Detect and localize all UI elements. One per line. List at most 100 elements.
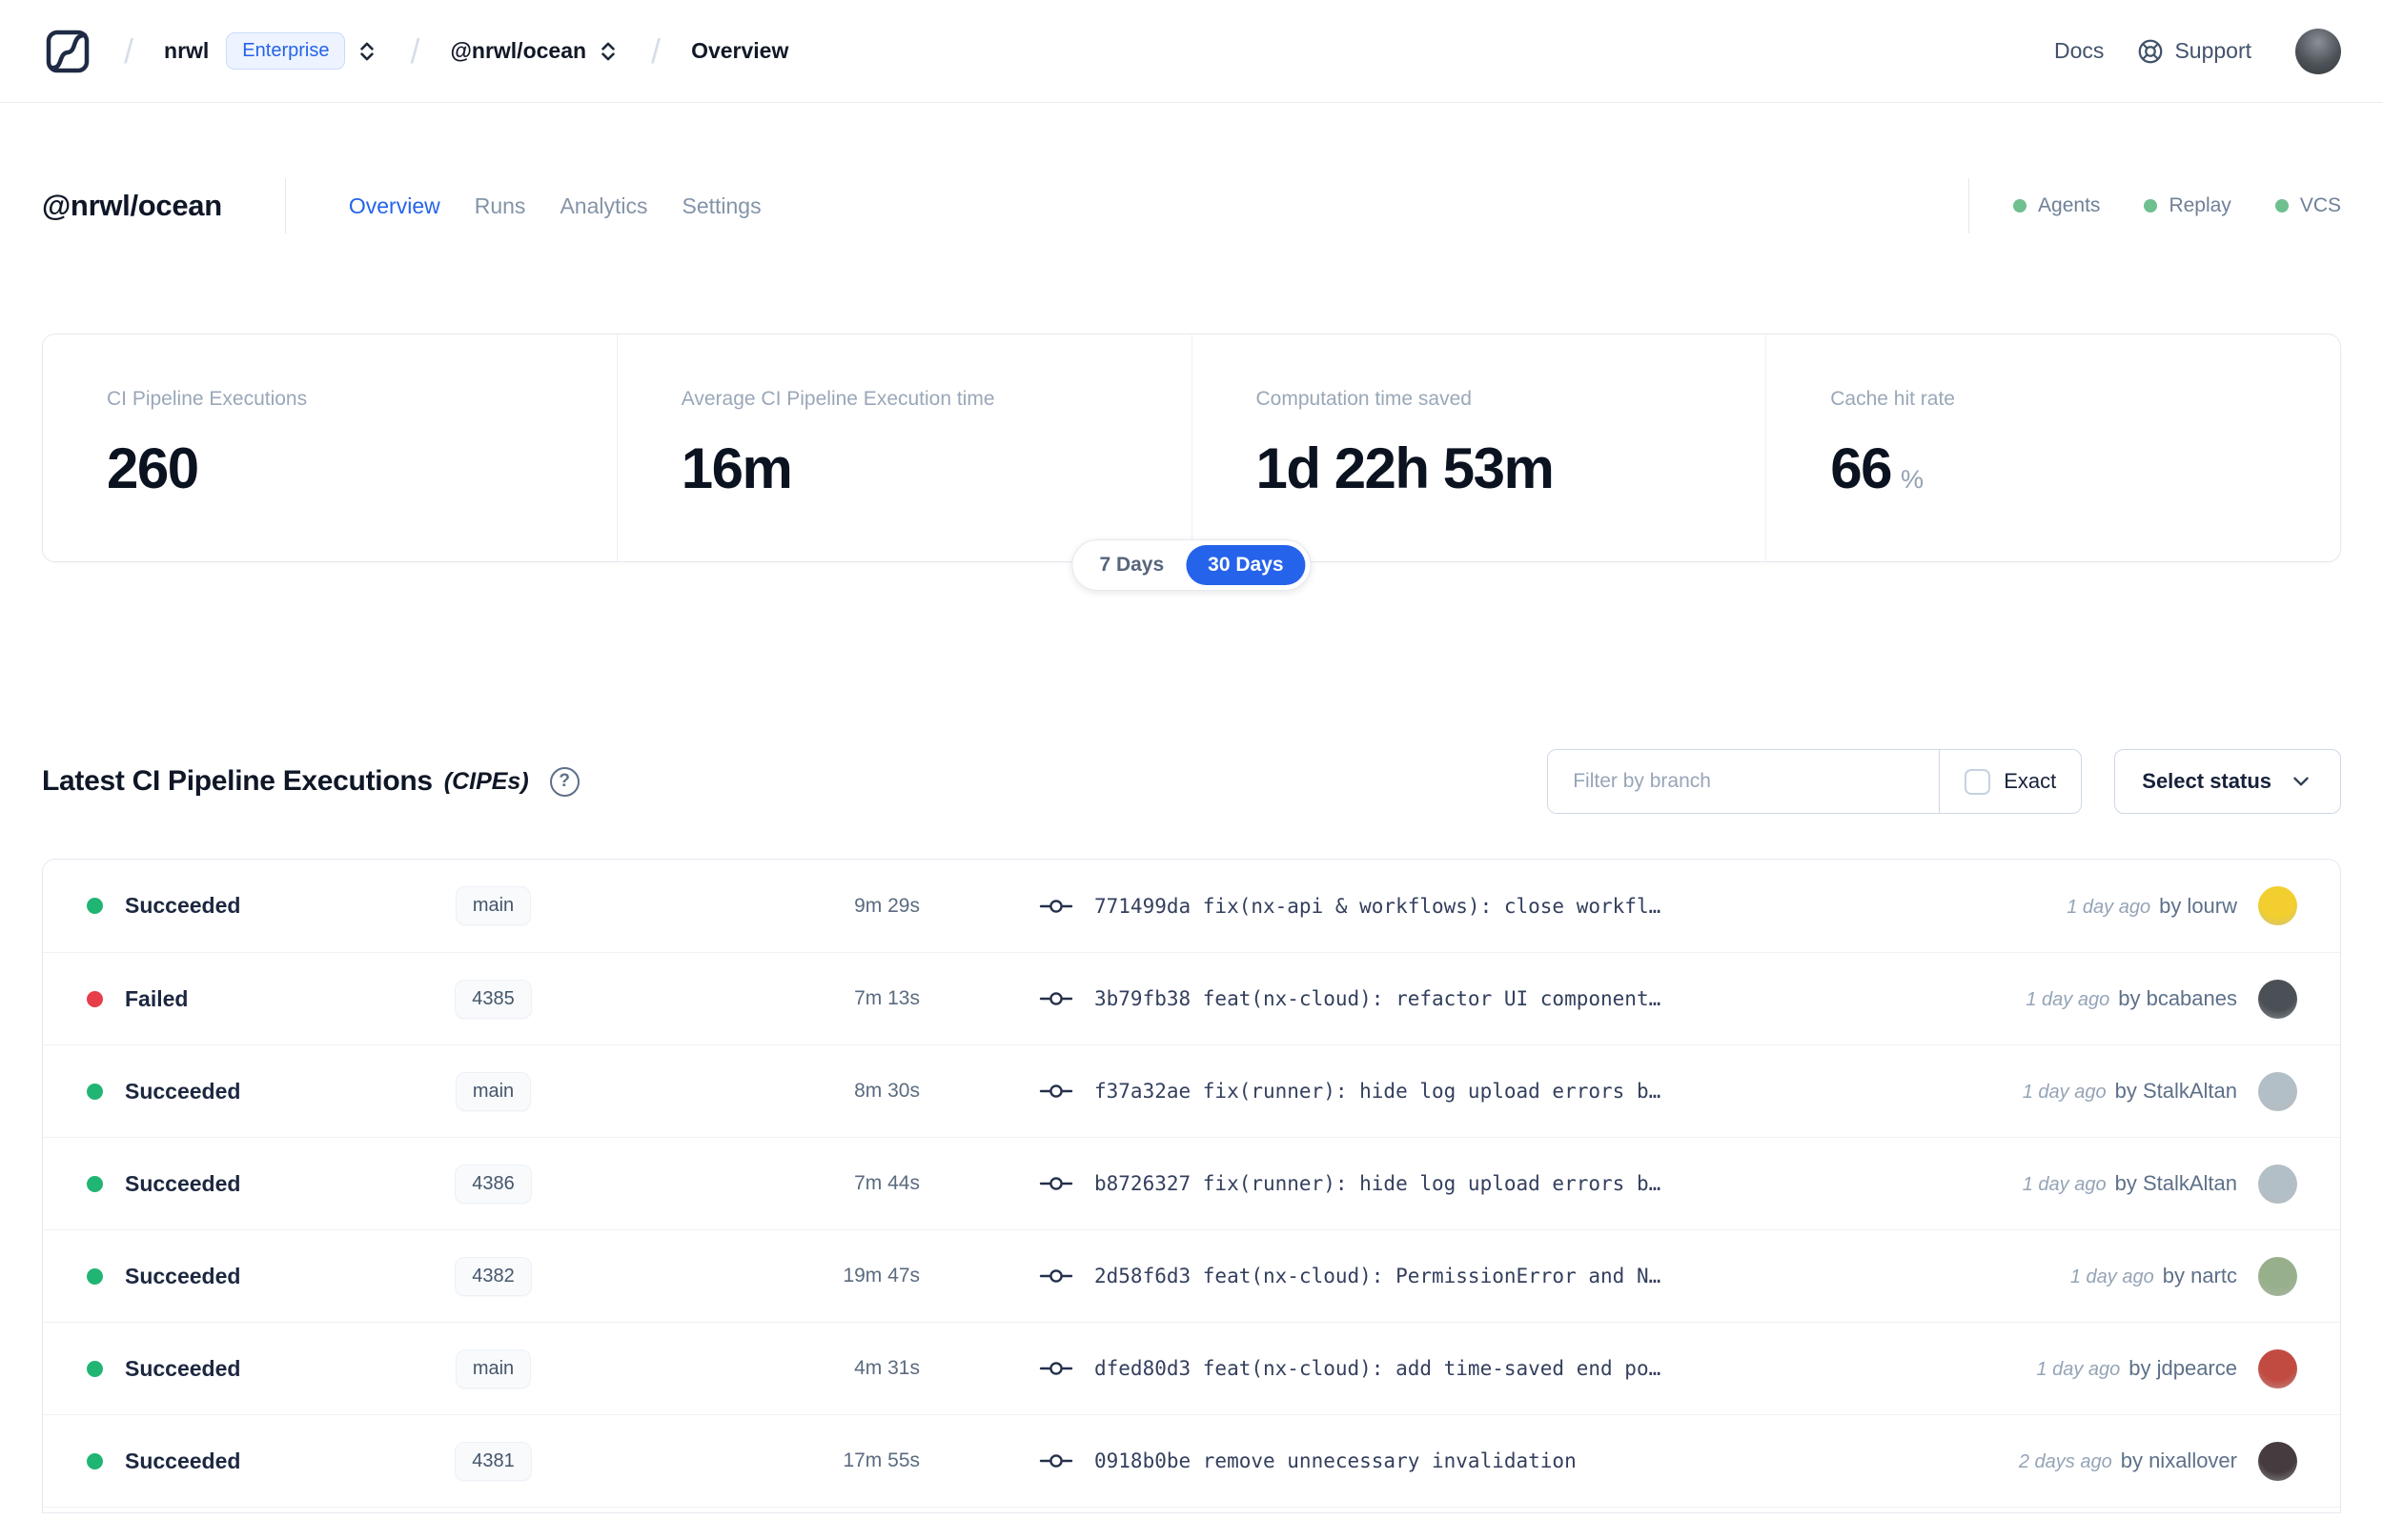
workspace-selector-icon[interactable] [596, 39, 621, 64]
next-row-partial [43, 1507, 2340, 1512]
commit-cell: 2d58f6d3 feat(nx-cloud): PermissionError… [920, 1265, 2070, 1287]
table-row[interactable]: Succeeded main 8m 30s f37a32ae fix(runner)… [43, 1044, 2340, 1137]
meta-cell: 1 day ago by jdpearce [2036, 1356, 2237, 1381]
commit-icon [1039, 1362, 1073, 1375]
stat-card: Average CI Pipeline Execution time 16m [616, 334, 1192, 561]
branch-badge[interactable]: main [455, 886, 532, 925]
status-label: Succeeded [125, 1355, 241, 1381]
tab-analytics[interactable]: Analytics [560, 193, 647, 219]
org-selector-icon[interactable] [355, 39, 379, 64]
status-label: Succeeded [125, 1078, 241, 1104]
author-label: by nartc [2162, 1264, 2237, 1287]
status-cell: Succeeded [43, 1264, 410, 1289]
service-status-vcs[interactable]: VCS [2274, 194, 2341, 217]
status-cell: Succeeded [43, 1079, 410, 1104]
commit-icon [1039, 992, 1073, 1005]
stat-card-label: Computation time saved [1255, 388, 1472, 410]
branch-badge[interactable]: 4381 [455, 1441, 532, 1481]
commit-message[interactable]: b8726327 fix(runner): hide log upload er… [1094, 1172, 1660, 1195]
author-label: by nixallover [2120, 1449, 2237, 1472]
status-dot-icon [2274, 199, 2289, 213]
branch-filter-input[interactable] [1548, 750, 1940, 813]
range-option-7-days[interactable]: 7 Days [1077, 545, 1186, 585]
commit-cell: dfed80d3 feat(nx-cloud): add time-saved … [920, 1357, 2036, 1380]
branch-badge[interactable]: 4386 [455, 1164, 532, 1204]
tab-overview[interactable]: Overview [349, 193, 440, 219]
table-row[interactable]: Succeeded 4382 19m 47s 2d58f6d3 feat(nx-cl… [43, 1229, 2340, 1322]
lifebuoy-icon [2139, 39, 2163, 63]
section-title: Latest CI Pipeline Executions [42, 765, 433, 797]
stat-card-value: 1d 22h 53m [1255, 436, 1555, 500]
stat-card: Computation time saved 1d 22h 53m [1191, 334, 1766, 561]
author-label: by jdpearce [2128, 1356, 2237, 1380]
workspace-tabs: Overview Runs Analytics Settings [349, 193, 762, 219]
user-avatar[interactable] [2295, 28, 2341, 74]
commit-icon [1039, 1084, 1073, 1098]
service-status-replay[interactable]: Replay [2144, 194, 2231, 217]
branch-cell: 4386 [410, 1164, 577, 1204]
stat-card: Cache hit rate 66% [1765, 334, 2340, 561]
help-icon[interactable]: ? [549, 766, 580, 797]
branch-filter-group: Exact [1547, 749, 2083, 814]
branch-badge[interactable]: 4385 [455, 979, 532, 1019]
nx-cloud-logo-icon[interactable] [42, 26, 93, 77]
branch-badge[interactable]: main [455, 1071, 532, 1111]
table-row[interactable]: Succeeded main 9m 29s 771499da fix(nx-api … [43, 860, 2340, 952]
commit-message[interactable]: 0918b0be remove unnecessary invalidation [1094, 1449, 1577, 1472]
tab-runs[interactable]: Runs [475, 193, 526, 219]
duration-label: 8m 30s [854, 1080, 920, 1102]
enterprise-badge[interactable]: Enterprise [226, 32, 346, 70]
time-ago-label: 1 day ago [2022, 1082, 2107, 1103]
branch-badge[interactable]: 4382 [455, 1256, 532, 1296]
range-option-30-days[interactable]: 30 Days [1186, 545, 1306, 585]
status-label: Succeeded [125, 1448, 241, 1473]
commit-icon [1039, 1269, 1073, 1283]
stat-card-value: 66% [1830, 436, 1925, 500]
author-avatar [2258, 1164, 2297, 1204]
commit-message[interactable]: 3b79fb38 feat(nx-cloud): refactor UI com… [1094, 987, 1660, 1010]
meta-cell: 2 days ago by nixallover [2019, 1449, 2237, 1473]
table-row[interactable]: Succeeded 4381 17m 55s 0918b0be remove unn… [43, 1414, 2340, 1507]
stats-section: CI Pipeline Executions 260 Average CI Pipe… [42, 334, 2341, 591]
branch-cell: 4385 [410, 979, 577, 1019]
table-row[interactable]: Succeeded 4386 7m 44s b8726327 fix(runner)… [43, 1137, 2340, 1229]
table-row[interactable]: Succeeded main 4m 31s dfed80d3 feat(nx-clo… [43, 1322, 2340, 1414]
branch-badge[interactable]: main [455, 1348, 532, 1388]
status-dot-icon [2013, 199, 2027, 213]
branch-cell: 4382 [410, 1256, 577, 1296]
commit-icon [1039, 1454, 1073, 1468]
author-avatar [2258, 886, 2297, 925]
commit-message[interactable]: dfed80d3 feat(nx-cloud): add time-saved … [1094, 1357, 1660, 1380]
time-ago-label: 1 day ago [2036, 1359, 2121, 1380]
meta-cell: 1 day ago by bcabanes [2026, 986, 2237, 1011]
docs-link[interactable]: Docs [2054, 38, 2104, 64]
service-status-label: VCS [2299, 194, 2341, 216]
stat-card-label: Cache hit rate [1830, 388, 1955, 410]
stat-card-value: 260 [107, 436, 199, 500]
duration-label: 17m 55s [843, 1449, 920, 1471]
divider [1968, 178, 1970, 233]
tab-settings[interactable]: Settings [682, 193, 761, 219]
stat-card-value: 16m [681, 436, 793, 500]
divider [284, 178, 286, 233]
table-row[interactable]: Failed 4385 7m 13s 3b79fb38 feat(nx-cloud)… [43, 952, 2340, 1044]
support-link[interactable]: Support [2136, 37, 2251, 66]
duration-label: 4m 31s [854, 1357, 920, 1379]
exact-label[interactable]: Exact [2004, 769, 2056, 794]
author-avatar [2258, 979, 2297, 1019]
breadcrumb-org[interactable]: nrwl [164, 38, 209, 64]
breadcrumb-page[interactable]: Overview [691, 38, 788, 64]
status-cell: Succeeded [43, 1171, 410, 1197]
service-status-label: Agents [2038, 194, 2101, 216]
status-dot-icon [87, 1360, 103, 1377]
status-select[interactable]: Select status [2114, 749, 2341, 814]
status-dot-icon [87, 1083, 103, 1100]
commit-message[interactable]: 771499da fix(nx-api & workflows): close … [1094, 895, 1660, 918]
status-label: Succeeded [125, 893, 241, 918]
breadcrumb-workspace[interactable]: @nrwl/ocean [450, 38, 586, 64]
service-status-agents[interactable]: Agents [2013, 194, 2100, 217]
commit-message[interactable]: f37a32ae fix(runner): hide log upload er… [1094, 1080, 1660, 1103]
commit-message[interactable]: 2d58f6d3 feat(nx-cloud): PermissionError… [1094, 1265, 1660, 1287]
status-cell: Failed [43, 986, 410, 1012]
exact-checkbox[interactable] [1965, 768, 1991, 795]
